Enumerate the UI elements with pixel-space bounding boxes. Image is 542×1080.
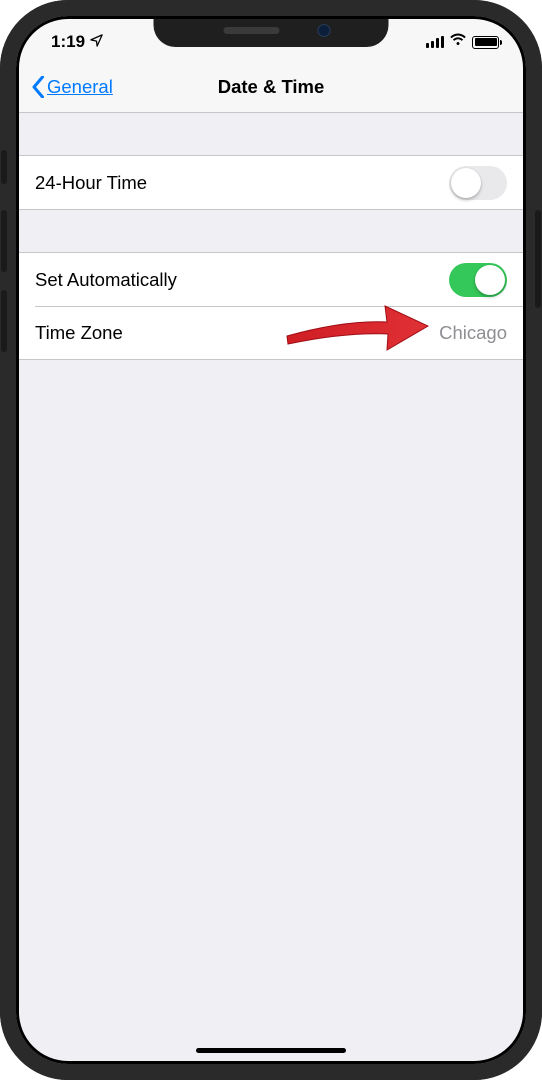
toggle-knob bbox=[475, 265, 505, 295]
status-time: 1:19 bbox=[51, 32, 85, 52]
back-button[interactable]: General bbox=[31, 76, 113, 98]
group-time-format: 24-Hour Time bbox=[17, 155, 525, 210]
volume-up-button bbox=[1, 210, 7, 272]
power-button bbox=[535, 210, 541, 308]
front-camera bbox=[318, 24, 331, 37]
status-right bbox=[426, 33, 499, 51]
volume-down-button bbox=[1, 290, 7, 352]
toggle-24-hour-time[interactable] bbox=[449, 166, 507, 200]
row-time-zone[interactable]: Time Zone Chicago bbox=[35, 306, 525, 359]
row-label: Time Zone bbox=[35, 322, 439, 344]
speaker-grille bbox=[224, 27, 280, 34]
home-indicator[interactable] bbox=[196, 1048, 346, 1053]
row-24-hour-time[interactable]: 24-Hour Time bbox=[17, 156, 525, 209]
wifi-icon bbox=[449, 33, 467, 51]
navigation-bar: General Date & Time bbox=[17, 61, 525, 113]
page-title: Date & Time bbox=[218, 76, 325, 98]
phone-notch bbox=[154, 14, 389, 47]
group-auto-time: Set Automatically Time Zone Chicago bbox=[17, 252, 525, 360]
toggle-set-automatically[interactable] bbox=[449, 263, 507, 297]
back-button-label: General bbox=[47, 76, 113, 98]
settings-content: 24-Hour Time Set Automatically Time Zone… bbox=[17, 155, 525, 360]
time-zone-value: Chicago bbox=[439, 322, 507, 344]
phone-screen: 1:19 General Date & Time bbox=[17, 17, 525, 1063]
toggle-knob bbox=[451, 168, 481, 198]
chevron-left-icon bbox=[31, 76, 45, 98]
row-set-automatically[interactable]: Set Automatically bbox=[17, 253, 525, 306]
cellular-signal-icon bbox=[426, 36, 444, 48]
status-left: 1:19 bbox=[51, 32, 104, 52]
location-services-icon bbox=[89, 33, 104, 51]
row-label: 24-Hour Time bbox=[35, 172, 449, 194]
mute-switch bbox=[1, 150, 7, 184]
row-label: Set Automatically bbox=[35, 269, 449, 291]
battery-icon bbox=[472, 36, 499, 49]
